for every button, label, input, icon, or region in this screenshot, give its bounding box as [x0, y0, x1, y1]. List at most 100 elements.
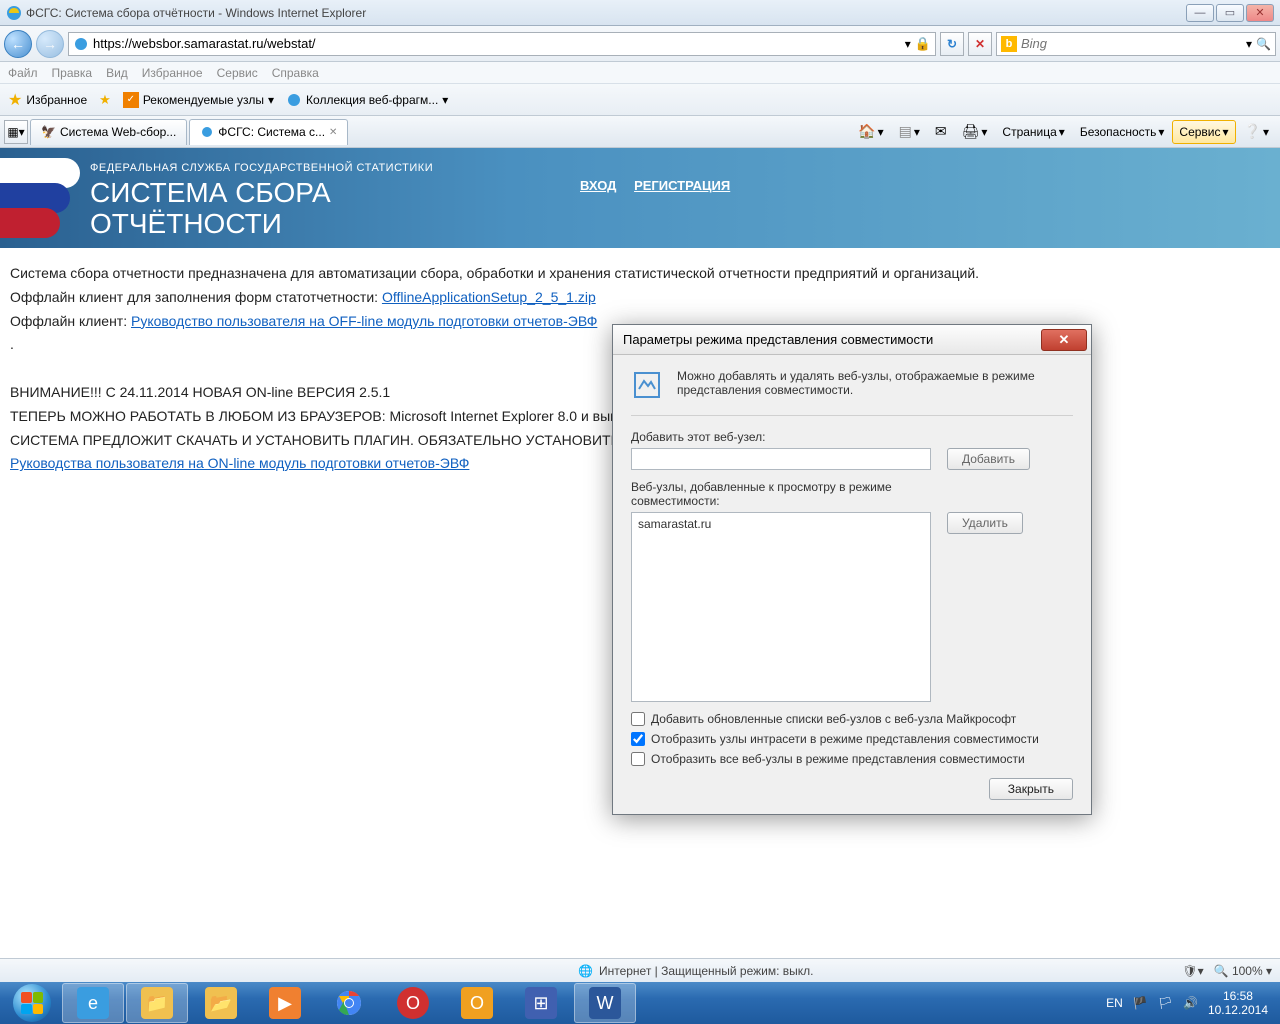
menu-bar: Файл Правка Вид Избранное Сервис Справка	[0, 62, 1280, 84]
tab-1-label: Система Web-сбор...	[60, 125, 176, 139]
quick-tabs-button[interactable]: ▦▾	[4, 120, 28, 144]
offline-client-line: Оффлайн клиент для заполнения форм стато…	[10, 286, 1270, 310]
chk-intranet-label: Отобразить узлы интрасети в режиме предс…	[651, 732, 1039, 746]
minimize-button[interactable]: —	[1186, 4, 1214, 22]
chevron-down-icon: ▾	[442, 93, 448, 107]
back-button[interactable]: ←	[4, 30, 32, 58]
sites-list[interactable]: samarastat.ru	[631, 512, 931, 702]
tray-clock[interactable]: 16:5810.12.2014	[1208, 989, 1268, 1018]
chk-ms-list[interactable]	[631, 712, 645, 726]
tab-1[interactable]: 🦅 Система Web-сбор...	[30, 119, 187, 145]
ie-small-icon	[286, 92, 302, 108]
offline-guide-link[interactable]: Руководство пользователя на OFF-line мод…	[131, 313, 597, 329]
taskbar-outlook[interactable]: O	[446, 983, 508, 1023]
tray-action-icon[interactable]: 🏳	[1158, 996, 1173, 1010]
add-favorite-button[interactable]: ★	[99, 92, 111, 108]
print-button[interactable]: 🖨▾	[955, 120, 995, 144]
taskbar-player[interactable]: ▶	[254, 983, 316, 1023]
taskbar-opera[interactable]: O	[382, 983, 444, 1023]
taskbar-ie[interactable]: e	[62, 983, 124, 1023]
menu-edit[interactable]: Правка	[52, 66, 93, 80]
search-input[interactable]	[1021, 36, 1242, 51]
favorites-button[interactable]: ★ Избранное	[8, 90, 87, 110]
chk-ms-list-label: Добавить обновленные списки веб-узлов с …	[651, 712, 1016, 726]
search-icon[interactable]: 🔍	[1256, 37, 1271, 51]
page-banner: ФЕДЕРАЛЬНАЯ СЛУЖБА ГОСУДАРСТВЕННОЙ СТАТИ…	[0, 148, 1280, 248]
status-text: Интернет | Защищенный режим: выкл.	[599, 964, 814, 978]
tray-volume-icon[interactable]: 🔊	[1183, 996, 1198, 1010]
windows-orb-icon	[13, 984, 51, 1022]
login-link[interactable]: ВХОД	[580, 178, 616, 193]
tab-bar: ▦▾ 🦅 Система Web-сбор... ФСГС: Система с…	[0, 116, 1280, 148]
menu-favorites[interactable]: Избранное	[142, 66, 203, 80]
tray-flag-icon[interactable]: 🏴	[1133, 996, 1148, 1010]
offline-setup-link[interactable]: OfflineApplicationSetup_2_5_1.zip	[382, 289, 596, 305]
delete-button[interactable]: Удалить	[947, 512, 1023, 534]
list-item[interactable]: samarastat.ru	[638, 517, 924, 531]
home-button[interactable]: 🏠▾	[851, 120, 890, 144]
print-icon: 🖨	[962, 123, 980, 140]
star-add-icon: ★	[99, 92, 111, 108]
page-menu[interactable]: Страница▾	[995, 120, 1071, 144]
add-site-input[interactable]	[631, 448, 931, 470]
tools-menu[interactable]: Сервис▾	[1172, 120, 1235, 144]
close-button[interactable]: ✕	[1246, 4, 1274, 22]
dialog-titlebar: Параметры режима представления совместим…	[613, 325, 1091, 355]
url-input[interactable]	[93, 36, 901, 51]
stop-button[interactable]: ✕	[968, 32, 992, 56]
tray-lang[interactable]: EN	[1106, 996, 1123, 1010]
menu-help[interactable]: Справка	[272, 66, 319, 80]
dialog-close-button[interactable]: ✕	[1041, 329, 1087, 351]
tab-2[interactable]: ФСГС: Система с... ✕	[189, 119, 348, 145]
close-tab-icon[interactable]: ✕	[329, 127, 337, 138]
recommended-sites[interactable]: ✓ Рекомендуемые узлы ▾	[123, 92, 274, 108]
register-link[interactable]: РЕГИСТРАЦИЯ	[634, 178, 730, 193]
taskbar: e 📁 📂 ▶ O O ⊞ W EN 🏴 🏳 🔊 16:5810.12.2014	[0, 982, 1280, 1024]
chk-all-sites-label: Отобразить все веб-узлы в режиме предста…	[651, 752, 1025, 766]
help-button[interactable]: ❔▾	[1237, 120, 1276, 144]
taskbar-explorer[interactable]: 📁	[126, 983, 188, 1023]
chevron-down-icon: ▾	[268, 93, 274, 107]
url-field-wrap: ▾ 🔒	[68, 32, 936, 56]
compatibility-dialog: Параметры режима представления совместим…	[612, 324, 1092, 815]
recommended-label: Рекомендуемые узлы	[143, 93, 264, 107]
taskbar-word[interactable]: W	[574, 983, 636, 1023]
banner-links: ВХОД РЕГИСТРАЦИЯ	[580, 178, 744, 193]
dropdown-icon[interactable]: ▾	[905, 37, 911, 51]
tab-2-label: ФСГС: Система с...	[218, 125, 325, 139]
dialog-close-btn[interactable]: Закрыть	[989, 778, 1073, 800]
taskbar-chrome[interactable]	[318, 983, 380, 1023]
chk-all-sites[interactable]	[631, 752, 645, 766]
taskbar-folder[interactable]: 📂	[190, 983, 252, 1023]
menu-view[interactable]: Вид	[106, 66, 128, 80]
taskbar-app[interactable]: ⊞	[510, 983, 572, 1023]
protected-mode-icon[interactable]: 🛡▾	[1182, 964, 1203, 978]
ie-tab-icon	[200, 125, 214, 139]
banner-subtitle: ФЕДЕРАЛЬНАЯ СЛУЖБА ГОСУДАРСТВЕННОЙ СТАТИ…	[90, 162, 1280, 174]
compat-icon	[631, 369, 663, 401]
mail-button[interactable]: ✉	[928, 120, 954, 144]
menu-file[interactable]: Файл	[8, 66, 38, 80]
lock-icon[interactable]: 🔒	[915, 36, 931, 52]
favorites-label: Избранное	[26, 93, 87, 107]
search-dropdown-icon[interactable]: ▾	[1246, 37, 1252, 51]
add-button[interactable]: Добавить	[947, 448, 1030, 470]
forward-button[interactable]: →	[36, 30, 64, 58]
chk-intranet[interactable]	[631, 732, 645, 746]
search-field-wrap: b ▾ 🔍	[996, 32, 1276, 56]
dialog-info-text: Можно добавлять и удалять веб-узлы, отоб…	[677, 369, 1073, 401]
zoom-control[interactable]: 🔍 100% ▾	[1214, 964, 1272, 978]
web-slices[interactable]: Коллекция веб-фрагм... ▾	[286, 92, 448, 108]
refresh-button[interactable]: ↻	[940, 32, 964, 56]
maximize-button[interactable]: ▭	[1216, 4, 1244, 22]
security-menu[interactable]: Безопасность▾	[1073, 120, 1172, 144]
start-button[interactable]	[4, 983, 60, 1023]
online-guide-link[interactable]: Руководства пользователя на ON-line моду…	[10, 455, 469, 471]
ie-icon	[6, 5, 22, 21]
menu-tools[interactable]: Сервис	[217, 66, 258, 80]
page-menu-label: Страница	[1002, 125, 1056, 139]
star-icon: ★	[8, 90, 22, 110]
feeds-button[interactable]: ▤▾	[892, 120, 927, 144]
window-titlebar: ФСГС: Система сбора отчётности - Windows…	[0, 0, 1280, 26]
web-slices-label: Коллекция веб-фрагм...	[306, 93, 438, 107]
